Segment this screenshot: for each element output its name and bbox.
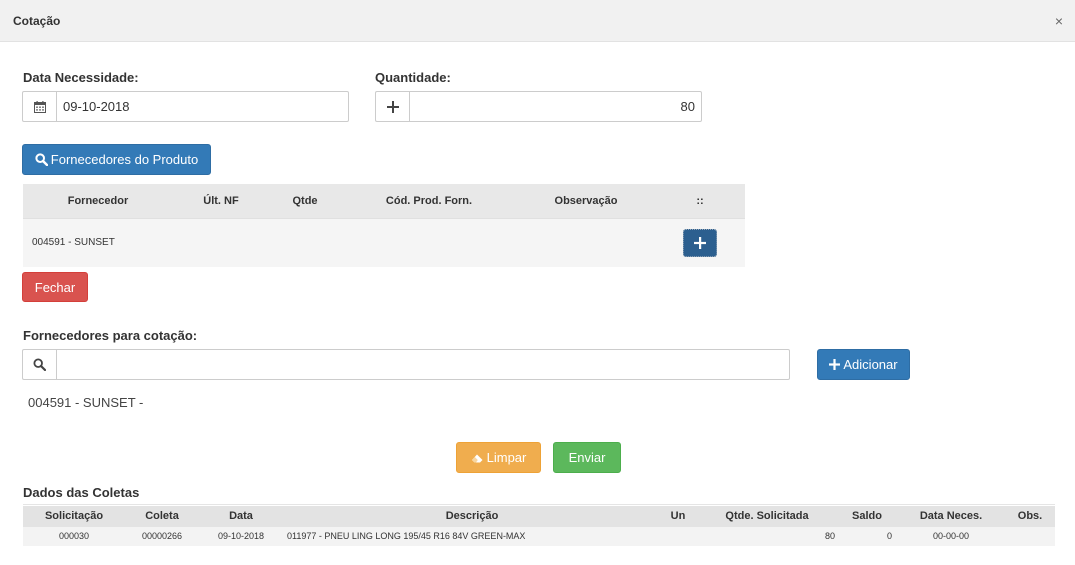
data-neces-cell: 00-00-00 [932, 531, 970, 541]
eraser-icon [471, 452, 484, 464]
column-header: Fornecedor [67, 195, 129, 207]
column-header: Un [670, 510, 686, 522]
calendar-icon[interactable] [22, 91, 56, 122]
section-divider [23, 504, 1055, 505]
column-header: Qtde. Solicitada [725, 510, 809, 522]
column-header: Qtde [292, 195, 318, 207]
column-header: Coleta [145, 510, 179, 522]
column-header: Saldo [852, 510, 882, 522]
adicionar-label: Adicionar [843, 357, 898, 372]
modal-header: Cotação × [0, 0, 1075, 42]
coletas-table-header: Solicitação Coleta Data Descrição Un Qtd… [23, 506, 1055, 527]
table-row: 000030 00000266 09-10-2018 011977 - PNEU… [23, 527, 1055, 546]
limpar-label: Limpar [486, 450, 527, 465]
saldo-cell: 0 [886, 531, 892, 541]
supplier-name-cell: 004591 - SUNSET [32, 237, 115, 248]
date-label: Data Necessidade: [23, 70, 139, 85]
coletas-title: Dados das Coletas [23, 485, 140, 500]
fornecedores-produto-button[interactable]: Fornecedores do Produto [22, 144, 211, 175]
coletas-table: Solicitação Coleta Data Descrição Un Qtd… [23, 506, 1055, 546]
column-header: :: [696, 195, 704, 207]
column-header: Observação [554, 195, 618, 207]
data-cell: 09-10-2018 [217, 531, 265, 541]
close-icon[interactable]: × [1055, 14, 1063, 28]
limpar-button[interactable]: Limpar [456, 442, 541, 473]
fornecedores-produto-label: Fornecedores do Produto [50, 152, 199, 167]
supplier-table-header: Fornecedor Últ. NF Qtde Cód. Prod. Forn.… [23, 184, 745, 218]
fechar-button[interactable]: Fechar [22, 272, 88, 302]
search-icon[interactable] [22, 349, 56, 380]
plus-icon [694, 237, 706, 249]
selected-supplier: 004591 - SUNSET - [28, 395, 144, 410]
coleta-cell: 00000266 [141, 531, 183, 541]
table-row: 004591 - SUNSET [23, 218, 745, 267]
quantity-label: Quantidade: [375, 70, 451, 85]
column-header: Cód. Prod. Forn. [385, 195, 473, 207]
quantity-input-group [375, 91, 702, 122]
column-header: Solicitação [44, 510, 104, 522]
add-supplier-row-button[interactable] [683, 229, 717, 257]
date-field[interactable] [56, 91, 349, 122]
plus-icon[interactable] [375, 91, 409, 122]
modal-title: Cotação [13, 14, 61, 28]
quote-search-group [22, 349, 790, 380]
quote-suppliers-label: Fornecedores para cotação: [23, 328, 198, 343]
column-header: Data [229, 510, 253, 522]
date-input-group [22, 91, 349, 122]
qtde-cell: 80 [824, 531, 835, 541]
solicitacao-cell: 000030 [58, 531, 90, 541]
adicionar-button[interactable]: Adicionar [817, 349, 910, 380]
quote-search-input[interactable] [56, 349, 790, 380]
enviar-button[interactable]: Enviar [553, 442, 621, 473]
column-header: Últ. NF [203, 195, 239, 207]
column-header: Data Neces. [919, 510, 983, 522]
supplier-table: Fornecedor Últ. NF Qtde Cód. Prod. Forn.… [23, 184, 745, 267]
column-header: Obs. [1017, 510, 1043, 522]
search-icon [35, 153, 48, 166]
descricao-cell: 011977 - PNEU LING LONG 195/45 R16 84V G… [287, 531, 526, 541]
quantity-field[interactable] [409, 91, 702, 122]
column-header: Descrição [445, 510, 499, 522]
plus-icon [829, 359, 841, 370]
